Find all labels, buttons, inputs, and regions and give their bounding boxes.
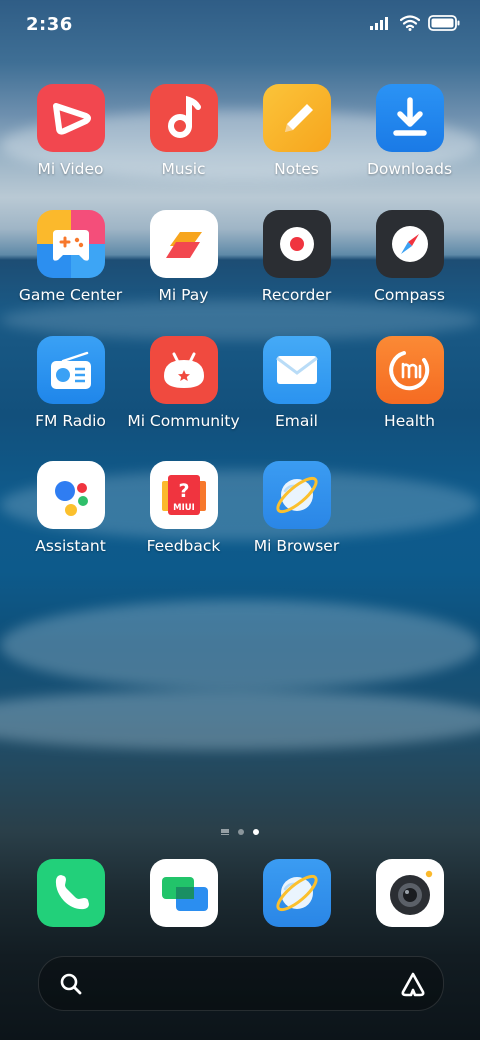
- app-assistant[interactable]: Assistant: [14, 461, 127, 555]
- wifi-icon: [400, 15, 420, 31]
- assistant-a-icon[interactable]: [399, 970, 427, 998]
- game-center-icon: [36, 210, 105, 278]
- feedback-icon: ? MIUI: [149, 461, 218, 529]
- app-email[interactable]: Email: [240, 336, 353, 430]
- app-game-center[interactable]: Game Center: [14, 210, 127, 304]
- app-label: Email: [274, 412, 318, 430]
- app-label: Mi Browser: [253, 537, 340, 555]
- camera-icon: [375, 859, 444, 927]
- battery-icon: [428, 15, 460, 31]
- dock-browser[interactable]: [240, 859, 353, 927]
- app-recorder[interactable]: Recorder: [240, 210, 353, 304]
- fm-radio-icon: [36, 336, 105, 404]
- assistant-icon: [36, 461, 105, 529]
- app-drawer-indicator-icon[interactable]: [221, 829, 229, 835]
- search-bar[interactable]: [38, 956, 444, 1011]
- page-indicator[interactable]: [0, 829, 480, 835]
- dock-messages[interactable]: [127, 859, 240, 927]
- app-label: Assistant: [35, 537, 106, 555]
- app-compass[interactable]: Compass: [353, 210, 466, 304]
- app-fm-radio[interactable]: FM Radio: [14, 336, 127, 430]
- app-label: Health: [384, 412, 435, 430]
- wave-decoration: [0, 300, 480, 340]
- email-icon: [262, 336, 331, 404]
- messages-icon: [149, 859, 218, 927]
- app-label: Mi Community: [127, 412, 240, 430]
- mi-browser-icon: [262, 461, 331, 529]
- app-mi-community[interactable]: Mi Community: [127, 336, 240, 430]
- mi-pay-icon: [149, 210, 218, 278]
- app-health[interactable]: Health: [353, 336, 466, 430]
- app-mi-browser[interactable]: Mi Browser: [240, 461, 353, 555]
- status-bar: 2:36: [0, 0, 480, 50]
- mi-community-icon: [149, 336, 218, 404]
- downloads-icon: [375, 84, 444, 152]
- health-icon: [375, 336, 444, 404]
- signal-icon: [370, 17, 388, 30]
- recorder-icon: [262, 210, 331, 278]
- status-time: 2:36: [26, 14, 73, 35]
- app-label: Game Center: [18, 286, 123, 304]
- phone-icon: [36, 859, 105, 927]
- dock-phone[interactable]: [14, 859, 127, 927]
- app-music[interactable]: Music: [127, 84, 240, 178]
- notes-icon: [262, 84, 331, 152]
- app-label: Recorder: [261, 286, 332, 304]
- svg-text:?: ?: [178, 480, 189, 502]
- app-label: FM Radio: [35, 412, 106, 430]
- music-icon: [149, 84, 218, 152]
- app-label: Feedback: [146, 537, 221, 555]
- compass-icon: [375, 210, 444, 278]
- page-dot[interactable]: [238, 829, 244, 835]
- status-icons: [370, 15, 460, 31]
- dock-camera[interactable]: [353, 859, 466, 927]
- app-label: Downloads: [366, 160, 453, 178]
- app-notes[interactable]: Notes: [240, 84, 353, 178]
- app-label: Compass: [374, 286, 445, 304]
- mi-video-icon: [36, 84, 105, 152]
- search-icon[interactable]: [59, 972, 83, 996]
- app-mi-video[interactable]: Mi Video: [14, 84, 127, 178]
- app-downloads[interactable]: Downloads: [353, 84, 466, 178]
- app-label: Music: [161, 160, 206, 178]
- wave-decoration: [0, 690, 480, 750]
- wave-decoration: [0, 600, 480, 690]
- app-mi-pay[interactable]: Mi Pay: [127, 210, 240, 304]
- app-label: Mi Video: [37, 160, 104, 178]
- app-feedback[interactable]: ? MIUI Feedback: [127, 461, 240, 555]
- browser-icon: [262, 859, 331, 927]
- page-dot-active[interactable]: [253, 829, 259, 835]
- app-label: Mi Pay: [158, 286, 209, 304]
- app-label: Notes: [274, 160, 319, 178]
- feedback-badge-text: MIUI: [173, 503, 195, 513]
